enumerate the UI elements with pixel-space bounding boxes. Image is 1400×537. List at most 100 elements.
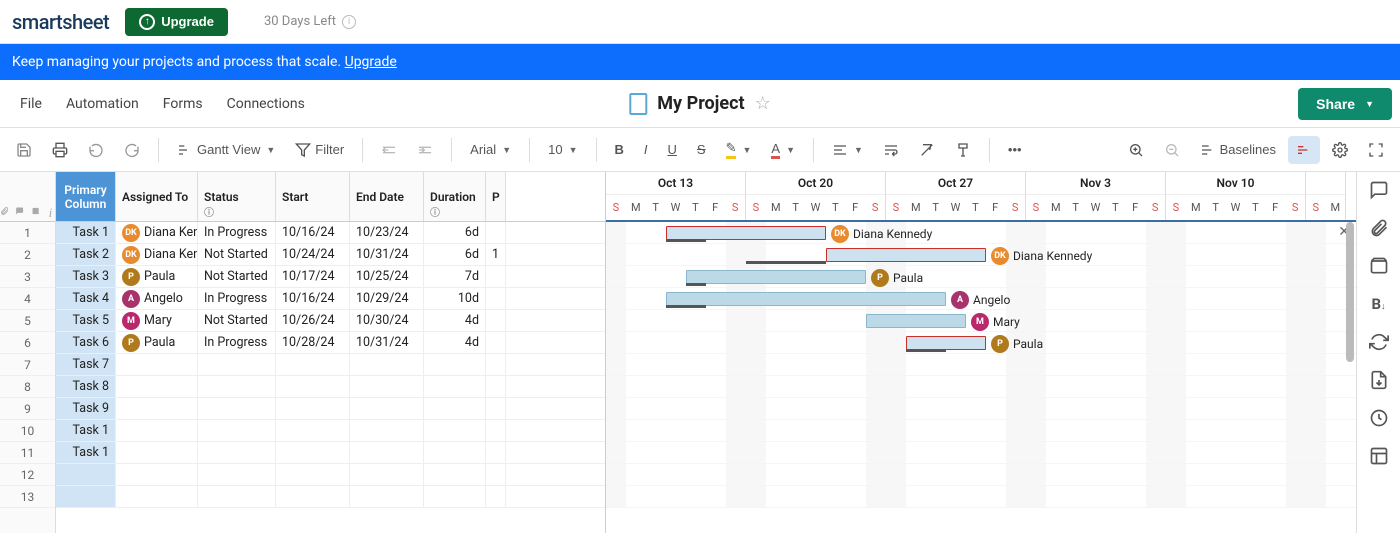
table-row[interactable]: Task 9 (56, 398, 605, 420)
column-header-status[interactable]: Statusⓘ (198, 172, 276, 221)
cell-p[interactable] (486, 332, 506, 353)
font-family-select[interactable]: Arial ▼ (462, 136, 519, 163)
cell-end[interactable] (350, 486, 424, 507)
gantt-row[interactable] (606, 442, 1356, 464)
cell-primary[interactable] (56, 486, 116, 507)
cell-primary[interactable]: Task 7 (56, 354, 116, 375)
cell-primary[interactable]: Task 2 (56, 244, 116, 265)
menu-forms[interactable]: Forms (151, 88, 215, 120)
italic-icon[interactable]: I (636, 136, 656, 163)
more-icon[interactable]: ••• (1000, 136, 1030, 163)
cell-p[interactable] (486, 376, 506, 397)
table-row[interactable]: Task 4AAngeloIn Progress10/16/2410/29/24… (56, 288, 605, 310)
attachment-icon[interactable] (0, 205, 9, 217)
cell-status[interactable] (198, 442, 276, 463)
gantt-bar[interactable]: PPaula (686, 270, 866, 284)
gantt-row[interactable]: DKDiana Kennedy (606, 222, 1356, 244)
cell-primary[interactable]: Task 1 (56, 222, 116, 243)
strikethrough-icon[interactable]: S (689, 136, 714, 163)
cell-p[interactable] (486, 266, 506, 287)
table-row[interactable]: Task 6PPaulaIn Progress10/28/2410/31/244… (56, 332, 605, 354)
cell-status[interactable]: In Progress (198, 332, 276, 353)
cell-assigned[interactable] (116, 420, 198, 441)
outdent-icon[interactable] (373, 136, 405, 164)
table-row[interactable]: Task 8 (56, 376, 605, 398)
row-number[interactable]: 11 (0, 442, 55, 464)
favorite-star-icon[interactable]: ☆ (755, 93, 771, 114)
gantt-pane[interactable]: Oct 13SMTWTFSOct 20SMTWTFSOct 27SMTWTFSN… (606, 172, 1356, 533)
row-number[interactable]: 4 (0, 288, 55, 310)
column-header-duration[interactable]: Durationⓘ (424, 172, 486, 221)
cell-status[interactable]: In Progress (198, 288, 276, 309)
update-requests-icon[interactable] (1369, 332, 1389, 352)
gantt-bar[interactable]: MMary (866, 314, 966, 328)
cell-duration[interactable] (424, 486, 486, 507)
cell-duration[interactable]: 4d (424, 332, 486, 353)
wrap-icon[interactable] (875, 136, 907, 164)
cell-primary[interactable]: Task 9 (56, 398, 116, 419)
cell-assigned[interactable]: AAngelo (116, 288, 198, 309)
fill-color-icon[interactable]: ✎▼ (718, 134, 760, 165)
column-header-end[interactable]: End Date (350, 172, 424, 221)
cell-duration[interactable]: 10d (424, 288, 486, 309)
cell-p[interactable] (486, 354, 506, 375)
redo-icon[interactable] (116, 136, 148, 164)
row-number[interactable]: 9 (0, 398, 55, 420)
cell-assigned[interactable] (116, 376, 198, 397)
gantt-row[interactable] (606, 354, 1356, 376)
settings-gear-icon[interactable] (1324, 136, 1356, 164)
cell-duration[interactable]: 6d (424, 244, 486, 265)
gantt-bar[interactable]: DKDiana Kennedy (826, 248, 986, 262)
table-row[interactable] (56, 464, 605, 486)
cell-assigned[interactable]: DKDiana Kennedy (116, 244, 198, 265)
cell-primary[interactable] (56, 464, 116, 485)
cell-start[interactable] (276, 420, 350, 441)
table-row[interactable]: Task 3PPaulaNot Started10/17/2410/25/247… (56, 266, 605, 288)
cell-start[interactable] (276, 398, 350, 419)
cell-start[interactable]: 10/17/24 (276, 266, 350, 287)
cell-start[interactable]: 10/16/24 (276, 288, 350, 309)
column-header-primary[interactable]: Primary Column (56, 172, 116, 221)
cell-p[interactable] (486, 442, 506, 463)
gantt-bar[interactable]: DKDiana Kennedy (666, 226, 826, 240)
table-row[interactable]: Task 1DKDiana KennedyIn Progress10/16/24… (56, 222, 605, 244)
cell-primary[interactable]: Task 8 (56, 376, 116, 397)
brandfolder-icon[interactable]: B↓ (1369, 294, 1389, 314)
cell-end[interactable]: 10/31/24 (350, 332, 424, 353)
attachments-rail-icon[interactable] (1369, 218, 1389, 238)
cell-status[interactable]: In Progress (198, 222, 276, 243)
summary-icon[interactable] (1369, 446, 1389, 466)
cell-status[interactable]: Not Started (198, 266, 276, 287)
cell-end[interactable] (350, 398, 424, 419)
gantt-row[interactable] (606, 464, 1356, 486)
undo-icon[interactable] (80, 136, 112, 164)
column-header-start[interactable]: Start (276, 172, 350, 221)
cell-p[interactable] (486, 310, 506, 331)
zoom-in-icon[interactable] (1120, 136, 1152, 164)
cell-status[interactable] (198, 376, 276, 397)
cell-duration[interactable] (424, 464, 486, 485)
gantt-row[interactable]: AAngelo (606, 288, 1356, 310)
cell-start[interactable]: 10/28/24 (276, 332, 350, 353)
cell-start[interactable] (276, 442, 350, 463)
row-number[interactable]: 13 (0, 486, 55, 508)
cell-end[interactable] (350, 464, 424, 485)
gantt-row[interactable]: PPaula (606, 266, 1356, 288)
comment-icon[interactable] (15, 205, 24, 217)
cell-duration[interactable]: 4d (424, 310, 486, 331)
column-info-icon[interactable]: ⓘ (430, 204, 440, 219)
row-number[interactable]: 3 (0, 266, 55, 288)
cell-primary[interactable]: Task 3 (56, 266, 116, 287)
gantt-row[interactable] (606, 376, 1356, 398)
bold-icon[interactable]: B (607, 136, 632, 163)
cell-assigned[interactable]: PPaula (116, 332, 198, 353)
cell-assigned[interactable] (116, 354, 198, 375)
cell-primary[interactable]: Task 6 (56, 332, 116, 353)
cell-status[interactable]: Not Started (198, 310, 276, 331)
info-icon[interactable]: i (342, 15, 356, 29)
row-number[interactable]: 7 (0, 354, 55, 376)
cell-primary[interactable]: Task 1 (56, 442, 116, 463)
cell-end[interactable]: 10/31/24 (350, 244, 424, 265)
gantt-row[interactable]: PPaula (606, 332, 1356, 354)
baselines-button[interactable]: Baselines (1192, 136, 1284, 164)
